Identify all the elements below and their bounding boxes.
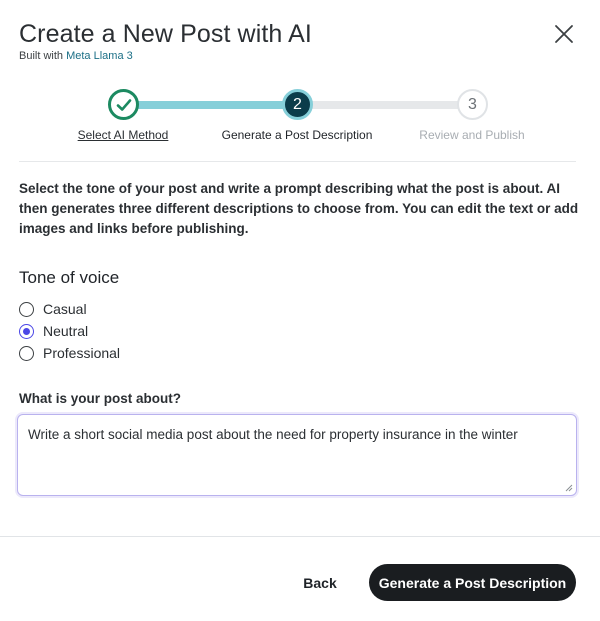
step-1-label[interactable]: Select AI Method — [78, 128, 169, 142]
radio-label: Casual — [43, 301, 87, 317]
prompt-textarea[interactable]: Write a short social media post about th… — [17, 414, 577, 496]
step-2-circle: 2 — [282, 89, 313, 120]
resize-handle-icon[interactable] — [565, 484, 573, 492]
radio-button-selected[interactable] — [19, 323, 34, 339]
step-2-label: Generate a Post Description — [221, 128, 373, 142]
step-3-circle: 3 — [457, 89, 488, 120]
check-icon — [116, 98, 131, 111]
tone-option-casual[interactable]: Casual — [19, 298, 120, 320]
step-2-number: 2 — [293, 95, 302, 113]
divider — [19, 161, 576, 162]
step-3-label: Review and Publish — [419, 128, 525, 142]
dialog-subtitle: Built with Meta Llama 3 — [19, 50, 312, 62]
tone-heading: Tone of voice — [19, 268, 120, 287]
step-1-circle[interactable] — [108, 89, 139, 120]
close-button[interactable] — [554, 24, 574, 44]
generate-description-button[interactable]: Generate a Post Description — [369, 564, 576, 601]
step-3-number: 3 — [468, 95, 477, 113]
radio-button[interactable] — [19, 345, 34, 361]
dialog-title: Create a New Post with AI — [19, 20, 312, 48]
tone-radio-group: Casual Neutral Professional — [19, 298, 120, 364]
stepper-track-complete — [124, 101, 297, 109]
close-icon — [555, 25, 573, 43]
progress-stepper: 2 3 Select AI Method Generate a Post Des… — [0, 88, 600, 148]
instructions-text: Select the tone of your post and write a… — [19, 181, 579, 236]
tone-option-neutral[interactable]: Neutral — [19, 320, 120, 342]
radio-label: Professional — [43, 345, 121, 361]
tone-option-professional[interactable]: Professional — [19, 342, 120, 364]
radio-button[interactable] — [19, 301, 34, 317]
back-button[interactable]: Back — [296, 564, 344, 601]
prompt-label: What is your post about? — [19, 391, 181, 406]
radio-label: Neutral — [43, 323, 89, 339]
footer-divider — [0, 536, 600, 537]
subtitle-brand: Meta Llama 3 — [66, 50, 133, 62]
prompt-text: Write a short social media post about th… — [28, 427, 518, 442]
stepper-track-remaining — [297, 101, 473, 109]
subtitle-prefix: Built with — [19, 50, 64, 62]
dialog-header: Create a New Post with AI Built with Met… — [19, 20, 312, 62]
